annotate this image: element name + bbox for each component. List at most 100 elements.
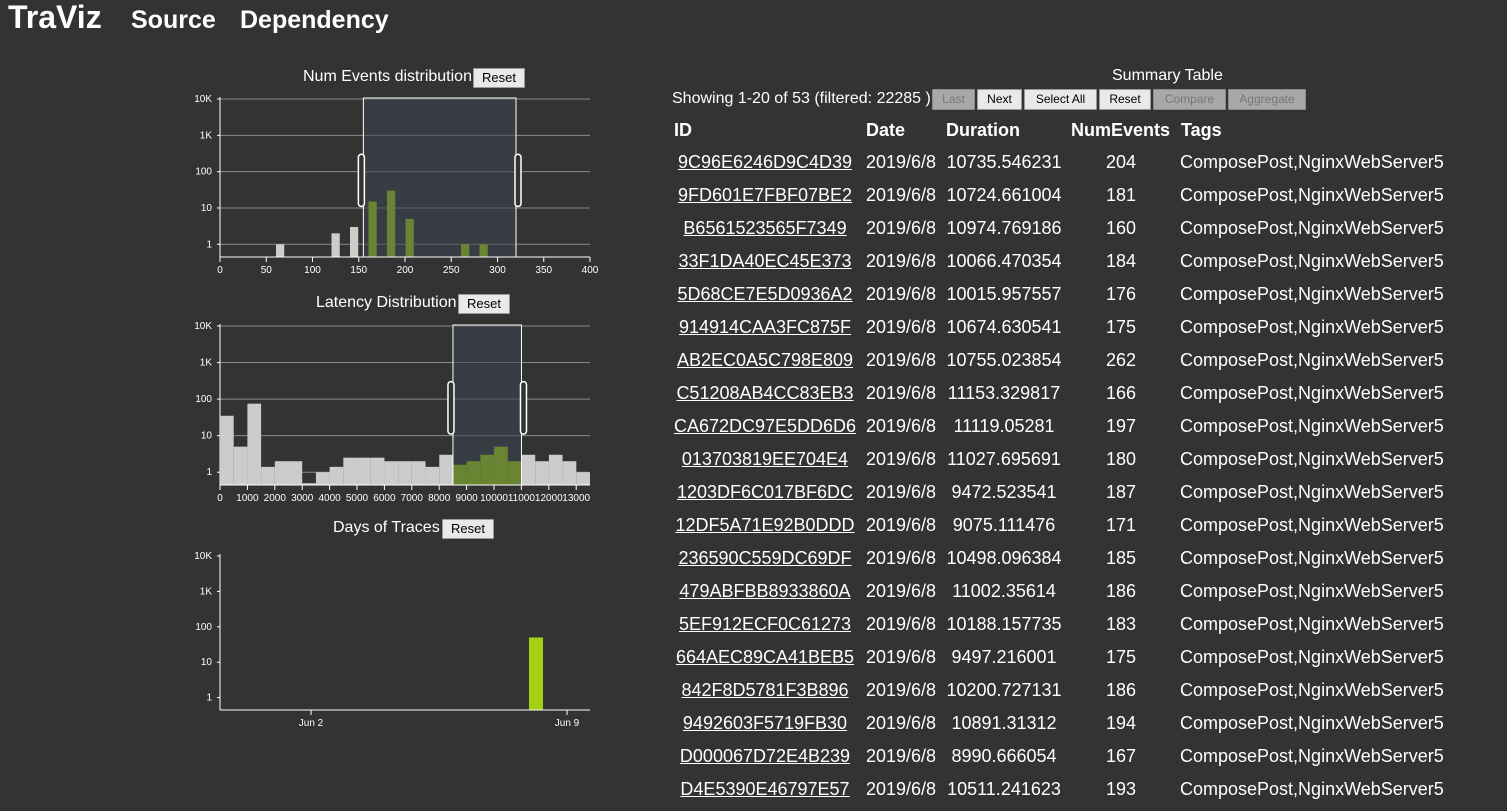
compare-button[interactable]: Compare: [1153, 89, 1226, 110]
trace-id-link[interactable]: 9C96E6246D9C4D39: [678, 152, 852, 172]
trace-id-link[interactable]: 664AEC89CA41BEB5: [676, 647, 854, 667]
date-cell: 2019/6/8: [866, 680, 937, 700]
trace-id-link[interactable]: 842F8D5781F3B896: [681, 680, 848, 700]
trace-id-link[interactable]: 013703819EE704E4: [682, 449, 848, 469]
table-row[interactable]: D000067D72E4B239 2019/6/8 8990.666054 167 Co…: [0, 740, 1507, 773]
table-row[interactable]: B6561523565F7349 2019/6/8 10974.769186 160 C…: [0, 212, 1507, 245]
date-cell: 2019/6/8: [866, 515, 937, 535]
date-cell: 2019/6/8: [866, 251, 937, 271]
tags-cell: ComposePost,NginxWebServer5: [1180, 284, 1444, 304]
trace-id-link[interactable]: 479ABFBB8933860A: [679, 581, 850, 601]
date-cell: 2019/6/8: [866, 482, 937, 502]
table-row[interactable]: CA672DC97E5DD6D6 2019/6/8 11119.05281 197 Co…: [0, 410, 1507, 443]
column-header-id[interactable]: ID: [674, 120, 692, 141]
tags-cell: ComposePost,NginxWebServer5: [1180, 383, 1444, 403]
trace-id-link[interactable]: 33F1DA40EC45E373: [678, 251, 851, 271]
trace-id-link[interactable]: C51208AB4CC83EB3: [676, 383, 853, 403]
summary-table-title: Summary Table: [1112, 67, 1223, 84]
trace-id-link[interactable]: 5D68CE7E5D0936A2: [677, 284, 852, 304]
num-events-reset-button[interactable]: Reset: [473, 68, 525, 88]
tags-cell: ComposePost,NginxWebServer5: [1180, 779, 1444, 799]
duration-cell: 10735.546231: [946, 152, 1062, 172]
trace-id-cell: 9492603F5719FB30: [672, 707, 858, 740]
table-row[interactable]: 9492603F5719FB30 2019/6/8 10891.31312 194 Co…: [0, 707, 1507, 740]
num-events-cell: 184: [1105, 251, 1137, 271]
nav-source-link[interactable]: Source: [131, 6, 216, 35]
column-header-duration[interactable]: Duration: [946, 120, 1020, 141]
tags-cell: ComposePost,NginxWebServer5: [1180, 713, 1444, 733]
num-events-cell: 262: [1105, 350, 1137, 370]
table-row[interactable]: 5D68CE7E5D0936A2 2019/6/8 10015.957557 176 C…: [0, 278, 1507, 311]
trace-id-link[interactable]: 12DF5A71E92B0DDD: [675, 515, 854, 535]
trace-id-link[interactable]: 9FD601E7FBF07BE2: [678, 185, 852, 205]
trace-id-cell: 5D68CE7E5D0936A2: [672, 278, 858, 311]
column-header-tags[interactable]: Tags: [1181, 120, 1222, 141]
trace-id-link[interactable]: B6561523565F7349: [683, 218, 846, 238]
table-row[interactable]: 9FD601E7FBF07BE2 2019/6/8 10724.661004 181 C…: [0, 179, 1507, 212]
table-row[interactable]: 12DF5A71E92B0DDD 2019/6/8 9075.111476 171 Co…: [0, 509, 1507, 542]
trace-id-link[interactable]: D000067D72E4B239: [680, 746, 850, 766]
table-row[interactable]: D4E5390E46797E57 2019/6/8 10511.241623 193 C…: [0, 773, 1507, 806]
column-header-numevents[interactable]: NumEvents: [1071, 120, 1170, 141]
trace-id-link[interactable]: 9492603F5719FB30: [683, 713, 847, 733]
nav-dependency-link[interactable]: Dependency: [240, 6, 389, 35]
num-events-cell: 185: [1105, 548, 1137, 568]
date-cell: 2019/6/8: [866, 713, 937, 733]
next-button[interactable]: Next: [977, 89, 1022, 110]
trace-id-link[interactable]: CA672DC97E5DD6D6: [674, 416, 856, 436]
trace-id-link[interactable]: 914914CAA3FC875F: [679, 317, 851, 337]
table-reset-button[interactable]: Reset: [1099, 89, 1151, 110]
tags-cell: ComposePost,NginxWebServer5: [1180, 548, 1444, 568]
trace-id-cell: AB2EC0A5C798E809: [672, 344, 858, 377]
table-row[interactable]: 842F8D5781F3B896 2019/6/8 10200.727131 186 C…: [0, 674, 1507, 707]
num-events-chart-title: Num Events distribution: [303, 68, 472, 85]
aggregate-button[interactable]: Aggregate: [1228, 89, 1306, 110]
num-events-cell: 166: [1105, 383, 1137, 403]
select-all-button[interactable]: Select All: [1024, 89, 1097, 110]
table-row[interactable]: 9C96E6246D9C4D39 2019/6/8 10735.546231 204 C…: [0, 146, 1507, 179]
table-row[interactable]: 479ABFBB8933860A 2019/6/8 11002.35614 186 Co…: [0, 575, 1507, 608]
date-cell: 2019/6/8: [866, 317, 937, 337]
date-cell: 2019/6/8: [866, 416, 937, 436]
table-row[interactable]: 1203DF6C017BF6DC 2019/6/8 9472.523541 187 Co…: [0, 476, 1507, 509]
last-button[interactable]: Last: [932, 89, 975, 110]
y-tick-label: 1K: [200, 130, 213, 141]
num-events-cell: 197: [1105, 416, 1137, 436]
trace-id-link[interactable]: 5EF912ECF0C61273: [679, 614, 851, 634]
trace-id-cell: 236590C559DC69DF: [672, 542, 858, 575]
tags-cell: ComposePost,NginxWebServer5: [1180, 218, 1444, 238]
duration-cell: 10674.630541: [946, 317, 1062, 337]
trace-id-cell: CA672DC97E5DD6D6: [672, 410, 858, 443]
table-row[interactable]: 013703819EE704E4 2019/6/8 11027.695691 180 C…: [0, 443, 1507, 476]
duration-cell: 11027.695691: [947, 449, 1061, 469]
num-events-cell: 176: [1105, 284, 1137, 304]
trace-id-link[interactable]: AB2EC0A5C798E809: [677, 350, 853, 370]
table-row[interactable]: 5EF912ECF0C61273 2019/6/8 10188.157735 183 C…: [0, 608, 1507, 641]
trace-id-cell: B6561523565F7349: [672, 212, 858, 245]
table-row[interactable]: 33F1DA40EC45E373 2019/6/8 10066.470354 184 C…: [0, 245, 1507, 278]
tags-cell: ComposePost,NginxWebServer5: [1180, 449, 1444, 469]
table-row[interactable]: AB2EC0A5C798E809 2019/6/8 10755.023854 262 C…: [0, 344, 1507, 377]
tags-cell: ComposePost,NginxWebServer5: [1180, 251, 1444, 271]
num-events-cell: 186: [1105, 581, 1137, 601]
showing-count: Showing 1-20 of 53 (filtered: 22285 ): [672, 90, 931, 107]
date-cell: 2019/6/8: [866, 647, 937, 667]
table-row[interactable]: 664AEC89CA41BEB5 2019/6/8 9497.216001 175 Co…: [0, 641, 1507, 674]
table-row[interactable]: 236590C559DC69DF 2019/6/8 10498.096384 185 C…: [0, 542, 1507, 575]
table-row[interactable]: C51208AB4CC83EB3 2019/6/8 11153.329817 166 C…: [0, 377, 1507, 410]
trace-id-link[interactable]: D4E5390E46797E57: [680, 779, 849, 799]
trace-id-cell: 914914CAA3FC875F: [672, 311, 858, 344]
trace-id-link[interactable]: 1203DF6C017BF6DC: [677, 482, 853, 502]
column-header-date[interactable]: Date: [866, 120, 905, 141]
tags-cell: ComposePost,NginxWebServer5: [1180, 152, 1444, 172]
app-logo[interactable]: TraViz: [8, 0, 102, 36]
trace-id-link[interactable]: 236590C559DC69DF: [678, 548, 851, 568]
trace-id-cell: 9C96E6246D9C4D39: [672, 146, 858, 179]
duration-cell: 10498.096384: [946, 548, 1062, 568]
tags-cell: ComposePost,NginxWebServer5: [1180, 614, 1444, 634]
duration-cell: 9472.523541: [951, 482, 1057, 502]
num-events-cell: 175: [1105, 647, 1137, 667]
table-row[interactable]: 914914CAA3FC875F 2019/6/8 10674.630541 175 C…: [0, 311, 1507, 344]
num-events-cell: 171: [1105, 515, 1137, 535]
trace-id-cell: 33F1DA40EC45E373: [672, 245, 858, 278]
